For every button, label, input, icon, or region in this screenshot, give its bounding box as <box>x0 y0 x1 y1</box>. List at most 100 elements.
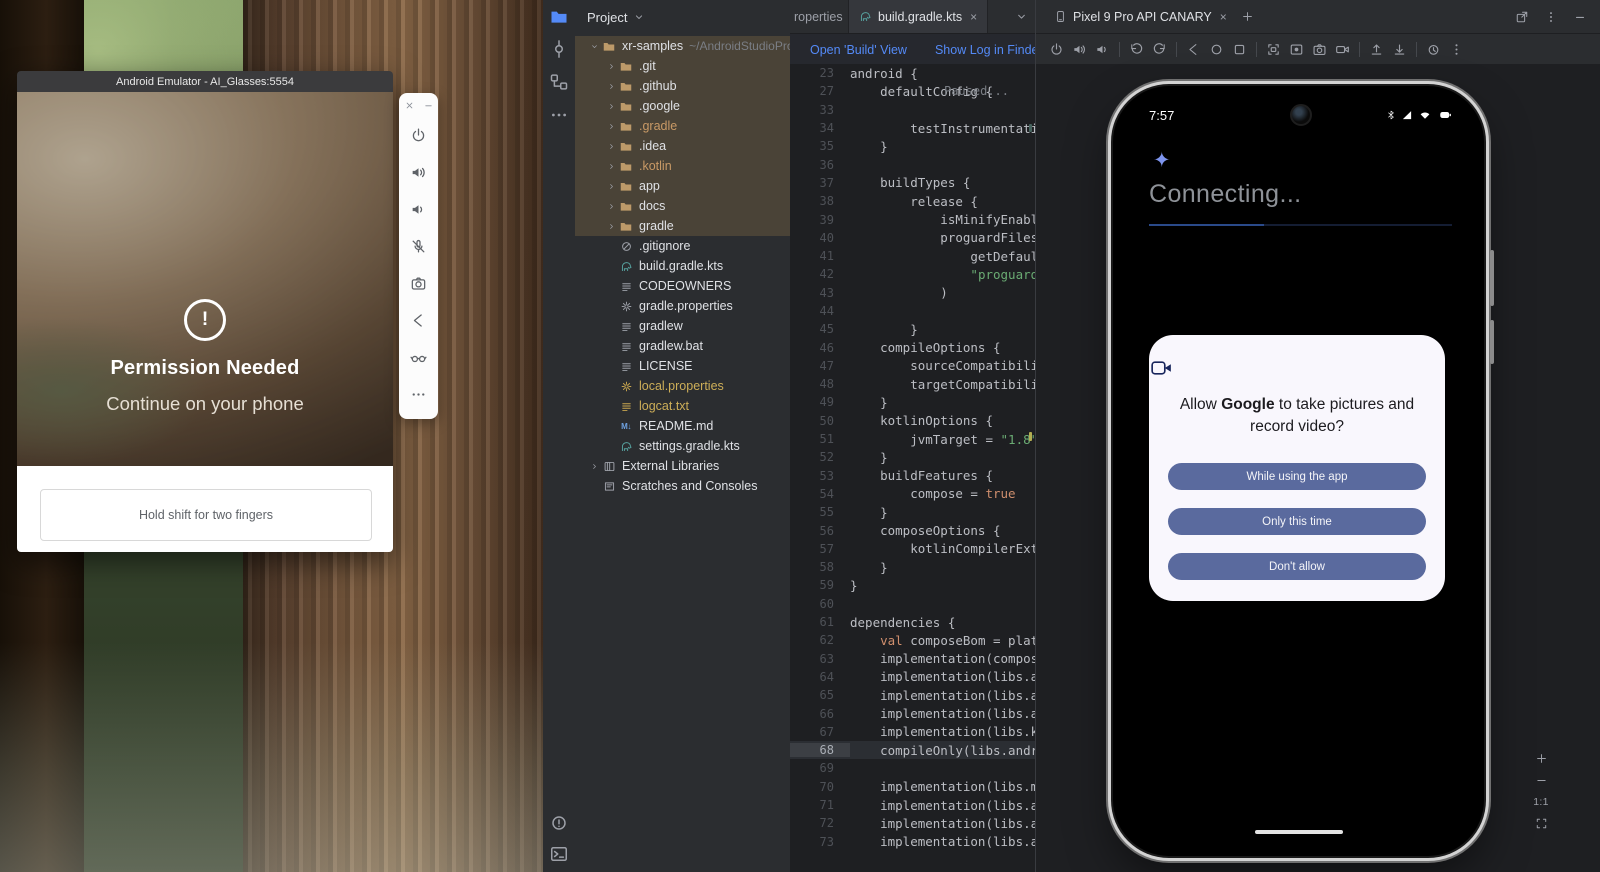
tree-item-gradle[interactable]: gradle <box>575 216 790 236</box>
tree-item-docs[interactable]: docs <box>575 196 790 216</box>
volume-down-button[interactable] <box>1092 39 1113 61</box>
camera-button[interactable] <box>1309 39 1330 61</box>
code-line-44[interactable]: 44 <box>790 302 1035 320</box>
emulator-toolbar-minimize-button[interactable] <box>423 100 434 111</box>
volume-up-button[interactable] <box>1069 39 1090 61</box>
code-line-53[interactable]: 53 buildFeatures { <box>790 467 1035 485</box>
record-screen-button[interactable] <box>1286 39 1307 61</box>
permission-while-using-the-app-button[interactable]: While using the app <box>1168 463 1426 490</box>
code-line-63[interactable]: 63 implementation(composeBo <box>790 650 1035 668</box>
upload-button[interactable] <box>1366 39 1387 61</box>
code-line-58[interactable]: 58 } <box>790 558 1035 576</box>
camera-button[interactable] <box>400 265 437 302</box>
zoom-in-button[interactable] <box>1535 752 1548 765</box>
code-line-64[interactable]: 64 implementation(libs.andr <box>790 668 1035 686</box>
show-log-in-finder-link[interactable]: Show Log in Finder <box>935 43 1035 57</box>
glasses-button[interactable] <box>400 339 437 376</box>
tree-item--gitignore[interactable]: .gitignore <box>575 236 790 256</box>
code-line-72[interactable]: 72 implementation(libs.andr <box>790 814 1035 832</box>
tree-item-external-libraries[interactable]: External Libraries <box>575 456 790 476</box>
code-line-36[interactable]: 36 <box>790 155 1035 173</box>
code-line-37[interactable]: 37 buildTypes { <box>790 174 1035 192</box>
code-line-50[interactable]: 50 kotlinOptions { <box>790 412 1035 430</box>
back-button[interactable] <box>400 302 437 339</box>
code-line-47[interactable]: 47 sourceCompatibility <box>790 357 1035 375</box>
code-line-39[interactable]: 39 isMinifyEnabled <box>790 210 1035 228</box>
mic-off-button[interactable] <box>400 228 437 265</box>
code-line-70[interactable]: 70 implementation(libs.mate <box>790 778 1035 796</box>
close-tab-icon[interactable]: × <box>1220 10 1227 24</box>
code-line-33[interactable]: 33 <box>790 101 1035 119</box>
emulator-screen[interactable]: ! Permission Needed Continue on your pho… <box>17 92 393 466</box>
close-tab-icon[interactable]: × <box>970 10 977 24</box>
tree-item-local-properties[interactable]: local.properties <box>575 376 790 396</box>
tool-strip-project-folder-button[interactable] <box>549 6 569 26</box>
project-panel-header[interactable]: Project <box>575 0 790 34</box>
emulator-toolbar-close-button[interactable] <box>404 100 415 111</box>
tree-item-gradlew-bat[interactable]: gradlew.bat <box>575 336 790 356</box>
tree-item-gradlew[interactable]: gradlew <box>575 316 790 336</box>
hidden-tabs-chevron[interactable] <box>1007 0 1035 33</box>
code-line-61[interactable]: 61dependencies { <box>790 613 1035 631</box>
add-device-tab-button[interactable] <box>1235 0 1261 33</box>
fit-screen-button[interactable] <box>1535 817 1548 830</box>
tree-item--github[interactable]: .github <box>575 76 790 96</box>
tree-item-gradle-properties[interactable]: gradle.properties <box>575 296 790 316</box>
code-line-55[interactable]: 55 } <box>790 503 1035 521</box>
video-button[interactable] <box>1332 39 1353 61</box>
code-line-57[interactable]: 57 kotlinCompilerExtens <box>790 540 1035 558</box>
volume-down-button[interactable] <box>400 191 437 228</box>
code-line-38[interactable]: 38 release { <box>790 192 1035 210</box>
permission-don-t-allow-button[interactable]: Don't allow <box>1168 553 1426 580</box>
code-line-49[interactable]: 49 } <box>790 393 1035 411</box>
rotate-right-button[interactable] <box>1149 39 1170 61</box>
code-line-67[interactable]: 67 implementation(libs.kotl <box>790 723 1035 741</box>
tool-strip-commit-button[interactable] <box>549 39 569 59</box>
code-editor[interactable]: Paused... 23android {27 defaultConfig {3… <box>790 64 1035 872</box>
tree-item-xr-samples[interactable]: xr-samples~/AndroidStudioProj <box>575 36 790 56</box>
overview-sq-button[interactable] <box>1229 39 1250 61</box>
zoom-out-button[interactable] <box>1535 774 1548 787</box>
tool-strip-problems-button[interactable] <box>549 813 569 833</box>
tree-item-app[interactable]: app <box>575 176 790 196</box>
code-line-52[interactable]: 52 } <box>790 448 1035 466</box>
tree-item-build-gradle-kts[interactable]: build.gradle.kts <box>575 256 790 276</box>
more-v-button[interactable] <box>1544 10 1558 24</box>
tool-strip-more-h-button[interactable] <box>549 105 569 125</box>
tree-item-logcat-txt[interactable]: logcat.txt <box>575 396 790 416</box>
code-line-51[interactable]: 51 jvmTarget = "1.8" <box>790 430 1035 448</box>
tree-item-scratches-and-consoles[interactable]: Scratches and Consoles <box>575 476 790 496</box>
device-screen[interactable]: 7:57 ✦ Connecting... <box>1123 96 1474 846</box>
tree-item-license[interactable]: LICENSE <box>575 356 790 376</box>
more-v-button[interactable] <box>1446 39 1467 61</box>
code-line-71[interactable]: 71 implementation(libs.andr <box>790 796 1035 814</box>
code-line-46[interactable]: 46 compileOptions { <box>790 338 1035 356</box>
code-line-73[interactable]: 73 implementation(libs.andr <box>790 832 1035 850</box>
home-circle-button[interactable] <box>1206 39 1227 61</box>
tool-strip-structure-button[interactable] <box>549 72 569 92</box>
code-line-23[interactable]: 23android { <box>790 64 1035 82</box>
code-line-68[interactable]: 68 compileOnly(libs.android <box>790 741 1035 759</box>
code-line-54[interactable]: 54 compose = true <box>790 485 1035 503</box>
power-button[interactable] <box>400 117 437 154</box>
popout-button[interactable] <box>1515 10 1529 24</box>
back-button[interactable] <box>1183 39 1204 61</box>
permission-only-this-time-button[interactable]: Only this time <box>1168 508 1426 535</box>
tool-strip-terminal-button[interactable] <box>549 844 569 864</box>
power-button[interactable] <box>1046 39 1067 61</box>
volume-up-button[interactable] <box>400 154 437 191</box>
code-line-62[interactable]: 62 val composeBom = platfor <box>790 631 1035 649</box>
code-line-65[interactable]: 65 implementation(libs.andr <box>790 686 1035 704</box>
more-h-button[interactable] <box>400 376 437 413</box>
tab-gradle-properties[interactable]: roperties <box>790 0 849 33</box>
code-line-41[interactable]: 41 getDefaultPr <box>790 247 1035 265</box>
download-button[interactable] <box>1389 39 1410 61</box>
code-line-66[interactable]: 66 implementation(libs.andr <box>790 704 1035 722</box>
screenshot-button[interactable] <box>1263 39 1284 61</box>
code-line-48[interactable]: 48 targetCompatibility <box>790 375 1035 393</box>
snapshots-button[interactable] <box>1423 39 1444 61</box>
tree-item--idea[interactable]: .idea <box>575 136 790 156</box>
code-line-69[interactable]: 69 <box>790 759 1035 777</box>
code-line-40[interactable]: 40 proguardFiles( <box>790 229 1035 247</box>
tab-pixel-9-pro[interactable]: Pixel 9 Pro API CANARY × <box>1046 0 1235 33</box>
